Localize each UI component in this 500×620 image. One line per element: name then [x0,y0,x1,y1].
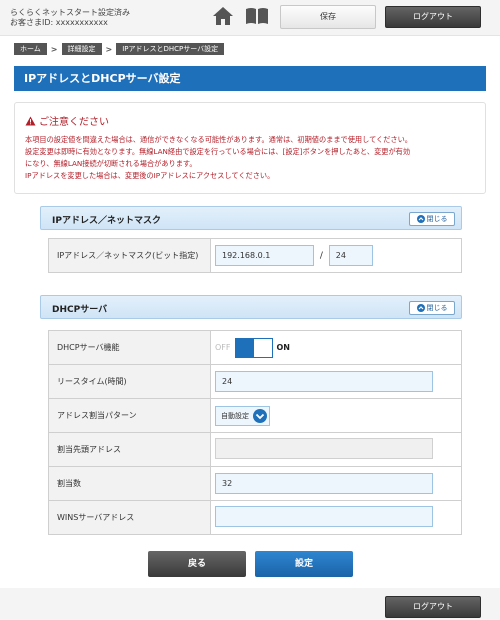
breadcrumb: ホーム > 詳細設定 > IPアドレスとDHCPサーバ設定 [14,43,225,55]
assign-pattern-selected: 自動設定 [221,411,249,420]
lease-time-row: リースタイム(時間) 24 [48,364,462,399]
ip-section-title: IPアドレス／ネットマスク [52,216,161,226]
assign-count-label: 割当数 [48,466,211,501]
wins-server-input[interactable] [215,505,433,527]
toggle-knob [235,338,254,357]
ip-netmask-value-cell: 192.168.0.1 / 24 [210,238,462,273]
dhcp-form-table: DHCPサーバ機能 OFF ON リースタイム(時間) 24 アドレス割当パター… [48,330,462,535]
start-address-input [215,437,433,459]
chevron-up-icon [416,215,425,223]
notice-line-1: 本項目の設定値を間違えた場合は、通信ができなくなる可能性があります。通常は、初期… [25,135,412,144]
dhcp-section-collapse-button[interactable]: 閉じる [409,301,455,315]
wins-server-value-cell [210,500,462,535]
ip-netmask-label: IPアドレス／ネットマスク(ビット指定) [48,238,211,273]
main-content: ホーム > 詳細設定 > IPアドレスとDHCPサーバ設定 IPアドレスとDHC… [0,36,500,588]
breadcrumb-current: IPアドレスとDHCPサーバ設定 [116,43,225,55]
warning-notice: ご注意ください 本項目の設定値を間違えた場合は、通信ができなくなる可能性がありま… [14,102,486,194]
assign-pattern-value-cell: 自動設定 [210,398,462,433]
assign-count-value-cell: 32 [210,466,462,501]
lease-time-value-cell: 24 [210,364,462,399]
manual-book-icon[interactable] [245,7,269,25]
dhcp-section-header: DHCPサーバ 閉じる [40,295,462,319]
ip-netmask-row: IPアドレス／ネットマスク(ビット指定) 192.168.0.1 / 24 [48,238,462,273]
breadcrumb-advanced-settings[interactable]: 詳細設定 [61,43,102,55]
top-bar: らくらくネットスタート設定済み お客さまID: xxxxxxxxxxx 保存 ロ… [0,0,500,36]
chevron-down-icon [253,408,267,423]
collapse-label: 閉じる [426,304,448,312]
page-title: IPアドレスとDHCPサーバ設定 [14,66,486,91]
netmask-bits-input[interactable]: 24 [328,245,373,266]
assign-pattern-row: アドレス割当パターン 自動設定 [48,398,462,433]
wins-server-row: WINSサーバアドレス [48,500,462,535]
customer-id-text: お客さまID: xxxxxxxxxxx [10,18,108,27]
chevron-up-icon [416,304,425,312]
save-button[interactable]: 保存 [280,5,376,29]
logout-button-bottom[interactable]: ログアウト [385,596,481,618]
notice-line-2: 設定変更は即時に有効となります。無線LAN経由で設定を行っている場合には、[設定… [25,147,411,156]
assign-count-row: 割当数 32 [48,466,462,501]
lease-time-input[interactable]: 24 [215,371,433,392]
netmask-separator: / [319,251,323,261]
dhcp-toggle[interactable]: OFF ON [215,337,461,358]
assign-pattern-label: アドレス割当パターン [48,398,211,433]
ip-netmask-section: IPアドレス／ネットマスク 閉じる IPアドレス／ネットマスク(ビット指定) 1… [40,206,462,273]
toggle-on-label: ON [276,343,291,352]
start-address-value-cell [210,432,462,467]
wins-server-label: WINSサーバアドレス [48,500,211,535]
start-address-label: 割当先頭アドレス [48,432,211,467]
notice-heading: ご注意ください [25,113,109,128]
dhcp-function-row: DHCPサーバ機能 OFF ON [48,330,462,365]
dhcp-function-label: DHCPサーバ機能 [48,330,211,365]
lease-time-label: リースタイム(時間) [48,364,211,399]
toggle-switch[interactable] [234,337,273,358]
assign-count-input[interactable]: 32 [215,473,433,494]
notice-title: ご注意ください [39,117,109,128]
dhcp-section-title: DHCPサーバ [52,305,108,315]
toggle-off-label: OFF [215,343,231,352]
ip-section-header: IPアドレス／ネットマスク 閉じる [40,206,462,230]
ip-section-collapse-button[interactable]: 閉じる [409,212,455,226]
breadcrumb-home[interactable]: ホーム [14,43,47,55]
notice-line-3: になり、無線LAN接続が切断される場合があります。 [25,159,197,168]
logout-button-top[interactable]: ログアウト [385,6,481,28]
home-icon[interactable] [212,6,234,26]
breadcrumb-separator: > [105,44,113,54]
ip-form-table: IPアドレス／ネットマスク(ビット指定) 192.168.0.1 / 24 [48,238,462,273]
ip-address-input[interactable]: 192.168.0.1 [215,245,314,266]
dhcp-section: DHCPサーバ 閉じる DHCPサーバ機能 OFF ON リースタイム(時間) … [40,295,462,535]
notice-line-4: IPアドレスを変更した場合は、変更後のIPアドレスにアクセスしてください。 [25,171,275,180]
start-address-row: 割当先頭アドレス [48,432,462,467]
assign-pattern-select[interactable]: 自動設定 [215,405,270,426]
apply-settings-button[interactable]: 設定 [255,551,353,577]
collapse-label: 閉じる [426,215,448,223]
dhcp-function-value-cell: OFF ON [210,330,462,365]
back-button[interactable]: 戻る [148,551,246,577]
warning-icon [25,116,36,125]
breadcrumb-separator: > [50,44,58,54]
